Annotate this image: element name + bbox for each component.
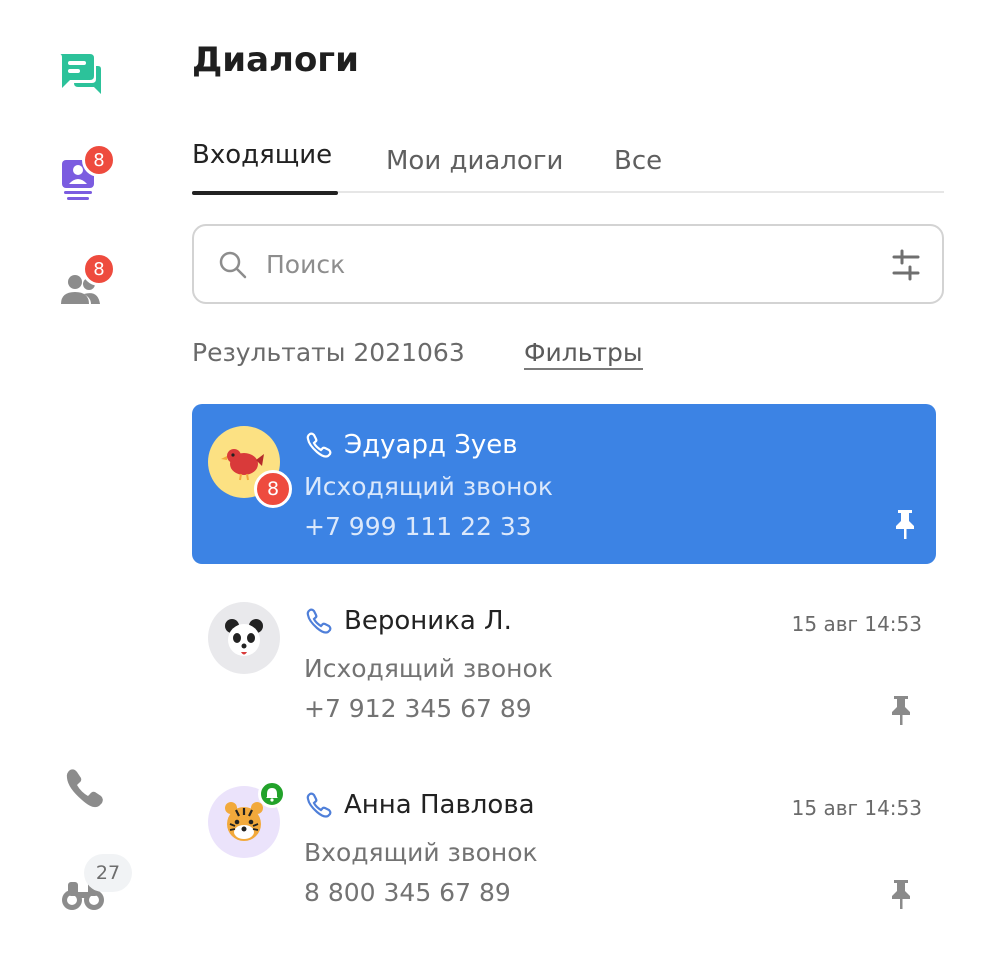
timestamp: 15 авг 14:53	[791, 796, 922, 820]
tab-label: Мои диалоги	[386, 146, 564, 176]
sliders-icon[interactable]	[890, 248, 922, 286]
unread-badge: 8	[254, 470, 292, 508]
dialog-item[interactable]: Анна Павлова 15 авг 14:53 Входящий звоно…	[192, 772, 936, 932]
notification-badge: 8	[82, 143, 116, 177]
contact-name: Эдуард Зуев	[344, 430, 518, 460]
phone-number: +7 912 345 67 89	[304, 694, 532, 723]
pin-icon[interactable]	[888, 878, 914, 914]
call-type: Входящий звонок	[304, 838, 538, 867]
chat-bubbles-icon[interactable]	[56, 50, 104, 98]
phone-icon[interactable]	[62, 764, 110, 812]
call-type: Исходящий звонок	[304, 472, 553, 501]
tab-my-dialogs[interactable]: Мои диалоги	[386, 146, 563, 199]
bell-icon	[258, 780, 286, 808]
active-tab-indicator	[192, 191, 338, 195]
search-icon	[218, 250, 248, 284]
contact-name: Анна Павлова	[344, 790, 535, 820]
tab-label: Все	[614, 146, 663, 176]
pin-icon[interactable]	[892, 508, 918, 544]
panda-avatar	[208, 602, 280, 674]
call-type: Исходящий звонок	[304, 654, 553, 683]
phone-icon	[304, 790, 334, 824]
tab-bar: Входящие Мои диалоги Все	[192, 140, 944, 195]
tab-incoming[interactable]: Входящие	[192, 140, 338, 195]
dialog-item[interactable]: Вероника Л. 15 авг 14:53 Исходящий звоно…	[192, 588, 936, 748]
pin-icon[interactable]	[888, 694, 914, 730]
dialogs-panel: Диалоги Входящие Мои диалоги Все Поиск Р…	[192, 0, 944, 962]
sidebar: 8 8 27	[0, 0, 160, 962]
dialog-item[interactable]: 8 Эдуард Зуев Исходящий звонок +7 999 11…	[192, 404, 936, 564]
tab-label: Входящие	[192, 140, 333, 170]
phone-icon	[304, 430, 334, 464]
filters-link[interactable]: Фильтры	[524, 338, 643, 370]
search-input[interactable]: Поиск	[266, 250, 345, 279]
contact-name: Вероника Л.	[344, 606, 512, 636]
search-box[interactable]: Поиск	[192, 224, 944, 304]
results-count: Результаты 2021063	[192, 338, 465, 367]
tab-all[interactable]: Все	[614, 146, 662, 199]
page-title: Диалоги	[192, 40, 359, 80]
phone-number: +7 999 111 22 33	[304, 512, 532, 541]
notification-badge: 8	[82, 252, 116, 286]
timestamp: 15 авг 14:53	[791, 612, 922, 636]
phone-number: 8 800 345 67 89	[304, 878, 511, 907]
counter-badge: 27	[84, 854, 132, 892]
phone-icon	[304, 606, 334, 640]
